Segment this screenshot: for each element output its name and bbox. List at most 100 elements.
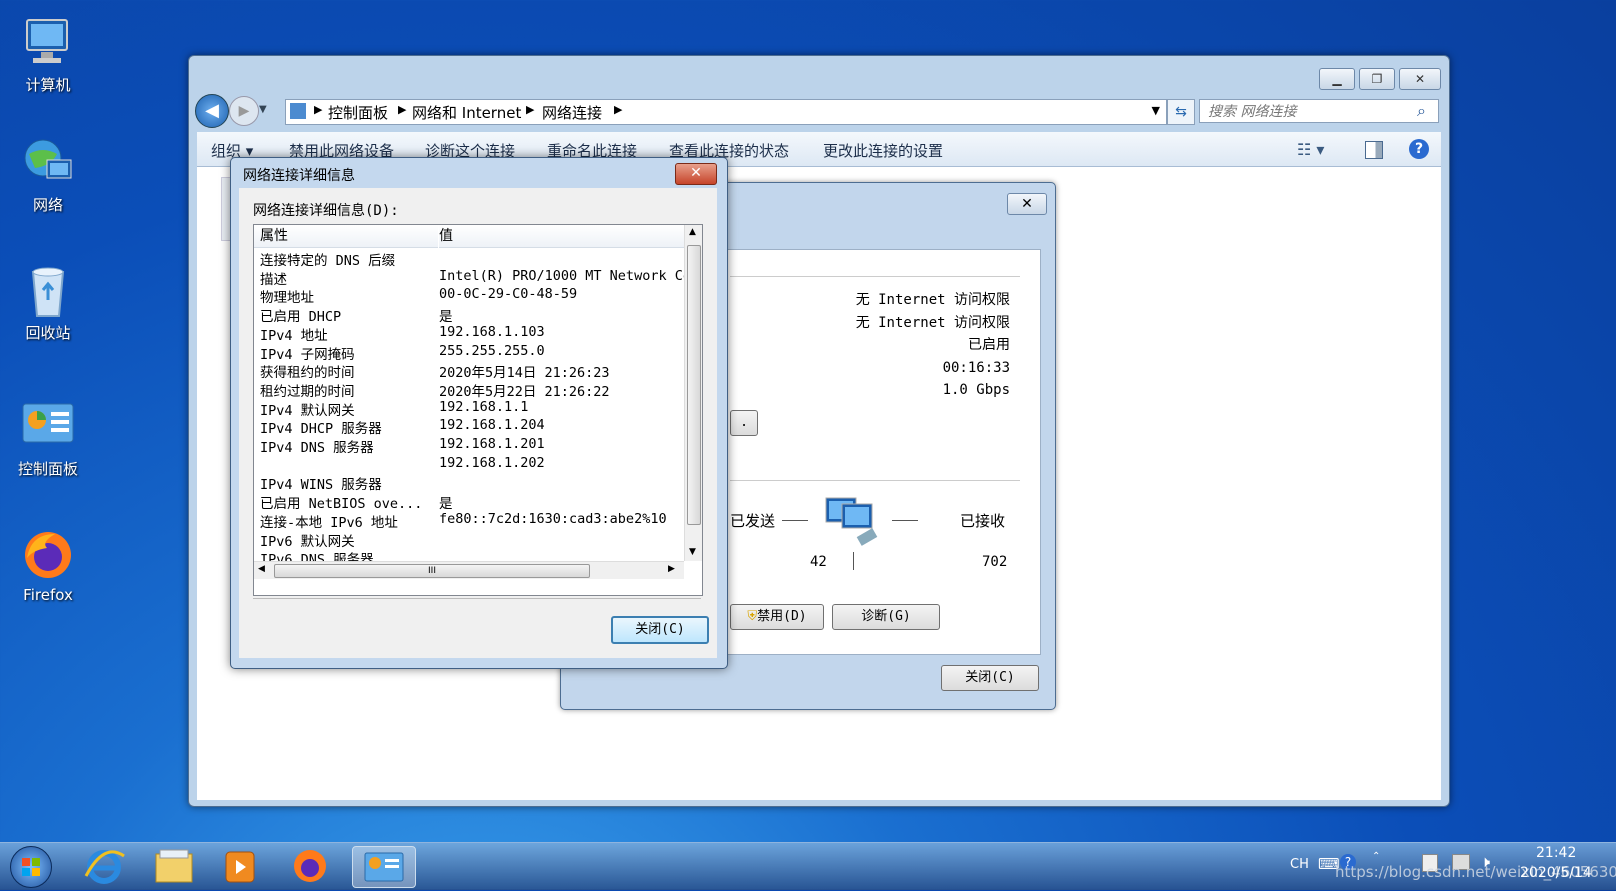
breadcrumb-separator: ▶	[314, 103, 323, 116]
divider	[730, 480, 1020, 481]
file-explorer-taskbar-icon[interactable]	[146, 846, 202, 886]
input-language-indicator[interactable]: CH	[1290, 857, 1309, 872]
address-bar[interactable]: ▶ 控制面板 ▶ 网络和 Internet ▶ 网络连接 ▶ ▼	[285, 99, 1167, 125]
address-dropdown-icon[interactable]: ▼	[1152, 104, 1160, 117]
detail-property: IPv4 默认网关	[260, 402, 355, 418]
detail-property: IPv4 子网掩码	[260, 346, 355, 362]
scroll-up-icon[interactable]: ▲	[689, 227, 696, 237]
dialog-title: 网络连接详细信息	[243, 168, 355, 184]
bytes-sent-value: 42	[810, 554, 827, 570]
status-dialog-close-icon[interactable]: ✕	[1007, 193, 1047, 215]
detail-row[interactable]: 连接特定的 DNS 后缀	[254, 249, 684, 268]
detail-row[interactable]: 物理地址 00-0C-29-C0-48-59	[254, 286, 684, 305]
start-button[interactable]	[10, 846, 52, 888]
detail-property: IPv6 默认网关	[260, 533, 355, 549]
desktop-icon-label: 回收站	[25, 324, 71, 342]
ipv4-connectivity-value: 无 Internet 访问权限	[855, 292, 1010, 308]
detail-row[interactable]: IPv6 默认网关	[254, 530, 684, 549]
window-close-button[interactable]: ✕	[1399, 68, 1441, 90]
refresh-icon[interactable]: ⇆	[1167, 99, 1195, 125]
detail-row[interactable]: 已启用 DHCP 是	[254, 305, 684, 324]
scroll-down-icon[interactable]: ▼	[689, 547, 696, 557]
detail-row[interactable]: 已启用 NetBIOS ove... 是	[254, 492, 684, 511]
media-player-taskbar-icon[interactable]	[212, 846, 268, 886]
clock-time[interactable]: 21:42	[1536, 845, 1576, 861]
vertical-scrollbar[interactable]: ▲ ▼	[684, 225, 702, 561]
desktop-icon-computer[interactable]: 计算机	[10, 16, 86, 95]
detail-value: 192.168.1.204	[439, 417, 545, 434]
detail-row[interactable]: 租约过期的时间 2020年5月22日 21:26:22	[254, 380, 684, 399]
detail-property: 已启用 NetBIOS ove...	[260, 496, 423, 512]
tray-overflow-icon[interactable]: ⌃	[1372, 851, 1380, 862]
status-values: 无 Internet 访问权限 无 Internet 访问权限 已启用 00:1…	[856, 289, 1010, 402]
vertical-scroll-thumb[interactable]	[687, 245, 701, 525]
detail-value: 255.255.255.0	[439, 342, 545, 359]
detail-row[interactable]: IPv4 默认网关 192.168.1.1	[254, 399, 684, 418]
help-icon[interactable]: ?	[1409, 139, 1429, 159]
column-header-property[interactable]: 属性	[254, 225, 438, 248]
detail-row[interactable]: IPv4 子网掩码 255.255.255.0	[254, 343, 684, 362]
desktop-icon-network[interactable]: 网络	[10, 136, 86, 215]
diagnose-button[interactable]: 诊断(G)	[832, 604, 940, 630]
search-input[interactable]: 搜索 网络连接	[1199, 99, 1439, 123]
detail-row[interactable]: 连接-本地 IPv6 地址 fe80::7c2d:1630:cad3:abe2%1…	[254, 511, 684, 530]
breadcrumb-item[interactable]: 网络和 Internet	[412, 102, 521, 123]
maximize-button[interactable]: ❐	[1359, 68, 1395, 90]
breadcrumb-separator: ▶	[398, 103, 407, 116]
media-state-value: 已启用	[968, 337, 1010, 353]
details-close-button[interactable]: 关闭(C)	[611, 616, 709, 644]
scroll-right-icon[interactable]: ▶	[668, 564, 675, 574]
detail-row[interactable]: 192.168.1.202	[254, 455, 684, 474]
detail-row[interactable]: IPv4 地址 192.168.1.103	[254, 324, 684, 343]
divider	[730, 276, 1020, 277]
scroll-left-icon[interactable]: ◀	[258, 564, 265, 574]
detail-property: 物理地址	[260, 290, 314, 306]
detail-row[interactable]: 描述 Intel(R) PRO/1000 MT Network Co	[254, 268, 684, 287]
details-button[interactable]: .	[730, 410, 758, 436]
status-close-button[interactable]: 关闭(C)	[941, 665, 1039, 691]
detail-property: 描述	[260, 271, 287, 287]
control-panel-taskbar-icon[interactable]	[352, 846, 416, 888]
detail-value: 是	[439, 496, 453, 512]
detail-row[interactable]: 获得租约的时间 2020年5月14日 21:26:23	[254, 361, 684, 380]
detail-value: 192.168.1.202	[439, 454, 545, 471]
detail-row[interactable]: IPv4 WINS 服务器	[254, 473, 684, 492]
firefox-icon	[21, 528, 75, 582]
search-icon[interactable]: ⌕	[1417, 101, 1426, 121]
divider	[253, 598, 701, 599]
disable-button-label: 禁用(D)	[757, 609, 807, 624]
computer-icon	[21, 16, 75, 70]
detail-value: 00-0C-29-C0-48-59	[439, 286, 578, 303]
detail-row[interactable]: IPv4 DHCP 服务器 192.168.1.204	[254, 417, 684, 436]
bytes-received-value: 702	[982, 554, 1008, 570]
details-listview[interactable]: 属性 值 连接特定的 DNS 后缀 描述 Intel(R) PRO/1000 MT …	[253, 224, 703, 596]
minimize-button[interactable]: ▁	[1319, 68, 1355, 90]
taskbar: CH ⌨ ? ⌃ 🕨 https://blog.csdn.net/weixin_…	[0, 842, 1616, 890]
details-dialog-close-icon[interactable]: ✕	[675, 163, 717, 185]
divider	[782, 520, 808, 521]
detail-property: 获得租约的时间	[260, 365, 355, 381]
breadcrumb-item[interactable]: 网络连接	[542, 102, 602, 123]
column-header-value[interactable]: 值	[439, 225, 684, 248]
breadcrumb-item[interactable]: 控制面板	[328, 102, 388, 123]
forward-arrow-icon[interactable]: ▶	[229, 96, 259, 126]
preview-pane-icon[interactable]	[1365, 141, 1383, 159]
change-settings-command[interactable]: 更改此连接的设置	[823, 140, 943, 161]
desktop-icon-control-panel[interactable]: 控制面板	[10, 400, 86, 479]
firefox-taskbar-icon[interactable]	[282, 846, 338, 886]
history-dropdown-icon[interactable]: ▼	[259, 104, 267, 115]
horizontal-scrollbar[interactable]: ◀ III ▶	[254, 561, 684, 579]
horizontal-scroll-thumb[interactable]: III	[274, 564, 590, 578]
view-options-icon[interactable]: ☷ ▾	[1297, 140, 1324, 159]
clock-date[interactable]: 2020/5/14	[1520, 865, 1592, 881]
control-panel-small-icon	[290, 103, 306, 119]
disable-button[interactable]: ⛨禁用(D)	[730, 604, 824, 630]
detail-row[interactable]: IPv4 DNS 服务器 192.168.1.201	[254, 436, 684, 455]
details-list-label: 网络连接详细信息(D):	[253, 203, 399, 219]
ie-taskbar-icon[interactable]	[76, 846, 132, 886]
desktop-icon-recycle-bin[interactable]: 回收站	[10, 264, 86, 343]
back-arrow-icon[interactable]: ◀	[195, 94, 229, 128]
shield-icon: ⛨	[747, 609, 758, 624]
desktop-icon-firefox[interactable]: Firefox	[10, 528, 86, 604]
desktop-icon-label: 计算机	[25, 76, 71, 94]
